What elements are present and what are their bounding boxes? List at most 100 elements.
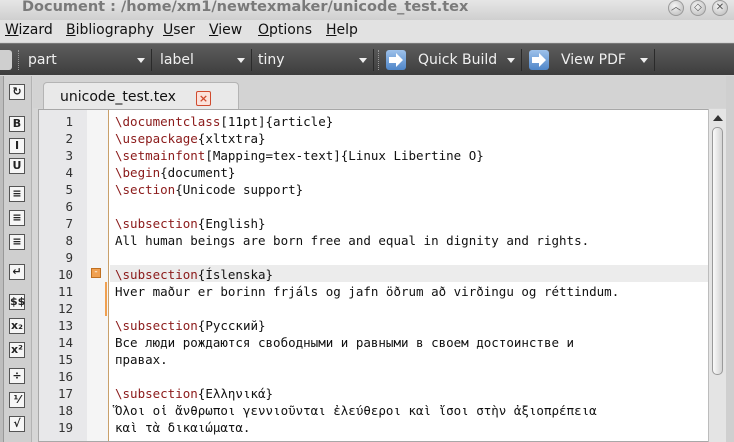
- minimize-button[interactable]: ︿: [668, 0, 684, 16]
- view-pdf-combo[interactable]: View PDF: [557, 49, 655, 71]
- restore-button[interactable]: ◇: [690, 0, 706, 16]
- format-button[interactable]: B: [9, 116, 25, 132]
- line-number: 5: [65, 182, 73, 197]
- format-button[interactable]: $$: [9, 294, 25, 310]
- code-text: [Mapping=tex-text]{Linux Libertine O}: [205, 148, 484, 163]
- line-number: 13: [57, 318, 73, 333]
- menu-item-text: ser: [173, 22, 195, 38]
- format-button[interactable]: x²: [9, 342, 25, 358]
- part-combo-value: part: [28, 52, 57, 68]
- code-line[interactable]: \setmainfont[Mapping=tex-text]{Linux Lib…: [115, 148, 484, 163]
- line-number: 2: [65, 131, 73, 146]
- code-line[interactable]: \usepackage{xltxtra}: [115, 131, 266, 146]
- format-button[interactable]: x₂: [9, 318, 25, 334]
- code-line[interactable]: правах.: [115, 352, 168, 367]
- code-line[interactable]: Все люди рождаются свободными и равными …: [115, 335, 574, 350]
- latex-command: \subsection: [115, 216, 198, 231]
- line-number: 3: [65, 148, 73, 163]
- code-line[interactable]: καὶ τὰ δικαιώματα.: [115, 420, 250, 435]
- format-button[interactable]: ÷: [9, 368, 25, 384]
- format-button[interactable]: ≡: [9, 186, 25, 202]
- format-button[interactable]: ≡: [9, 234, 25, 250]
- line-number: 14: [57, 335, 73, 350]
- menu-item-text: W: [5, 22, 19, 38]
- refresh-icon[interactable]: ↻: [9, 84, 25, 100]
- format-button[interactable]: ⅟: [9, 392, 25, 408]
- menu-item-text: ptions: [269, 22, 313, 38]
- code-line[interactable]: Hver maður er borinn frjáls og jafn öðru…: [115, 284, 619, 299]
- bookmark-icon[interactable]: -: [91, 268, 101, 278]
- format-button[interactable]: I: [9, 138, 25, 154]
- run-arrow-icon[interactable]: [529, 50, 549, 70]
- menu-item[interactable]: View: [209, 22, 242, 38]
- menu-item-text: V: [209, 22, 219, 38]
- code-text: {Unicode support}: [175, 182, 304, 197]
- line-number: 1: [65, 114, 73, 129]
- chevron-down-icon: [507, 58, 515, 63]
- chevron-down-icon: [237, 58, 245, 63]
- code-text: {Русский}: [197, 318, 266, 333]
- menu-item-text: elp: [336, 22, 358, 38]
- format-button[interactable]: ≡: [9, 210, 25, 226]
- scroll-up-icon[interactable]: [713, 115, 723, 121]
- tab-label: unicode_test.tex: [60, 89, 176, 105]
- line-number: 18: [57, 403, 73, 418]
- label-combo[interactable]: label: [156, 49, 252, 71]
- close-window-button[interactable]: ✕: [712, 0, 728, 16]
- menu-item[interactable]: User: [163, 22, 195, 38]
- menu-item[interactable]: Bibliography: [66, 22, 154, 38]
- size-combo[interactable]: tiny: [254, 49, 374, 71]
- chevron-down-icon: [640, 58, 648, 63]
- code-text: Ὅλοι οἱ ἄνθρωποι γεννιοῦνται ἐλεύθεροι κ…: [115, 403, 597, 418]
- latex-command: \documentclass: [115, 114, 221, 129]
- code-editor[interactable]: - 1 \documentclass[11pt]{article} 2 \usepac…: [38, 109, 726, 442]
- code-line[interactable]: Ὅλοι οἱ ἄνθρωποι γεννιοῦνται ἐλεύθεροι κ…: [115, 403, 597, 418]
- menu-item-text: H: [326, 22, 337, 38]
- window-edge: [726, 76, 734, 442]
- menu-item[interactable]: Wizard: [5, 22, 53, 38]
- line-number: 4: [65, 165, 73, 180]
- line-number: 16: [57, 369, 73, 384]
- line-number: 7: [65, 216, 73, 231]
- run-arrow-icon[interactable]: [386, 50, 406, 70]
- code-line[interactable]: \subsection{Íslenska}: [115, 267, 273, 282]
- code-line[interactable]: \documentclass[11pt]{article}: [115, 114, 333, 129]
- tab-strip: unicode_test.tex ×: [33, 76, 734, 110]
- menu-item[interactable]: Help: [326, 22, 358, 38]
- code-line[interactable]: \section{Unicode support}: [115, 182, 303, 197]
- line-number: 17: [57, 386, 73, 401]
- code-line[interactable]: \subsection{Ελληνικά}: [115, 386, 273, 401]
- toolbar-separator: [18, 50, 21, 70]
- part-combo[interactable]: part: [24, 49, 152, 71]
- line-number: 15: [57, 352, 73, 367]
- close-tab-icon[interactable]: ×: [196, 91, 211, 106]
- code-line[interactable]: \begin{document}: [115, 165, 235, 180]
- chevron-down-icon: [359, 58, 367, 63]
- format-button[interactable]: ↵: [9, 264, 25, 280]
- panel-edge: [0, 76, 4, 442]
- code-line[interactable]: \subsection{English}: [115, 216, 266, 231]
- format-button[interactable]: √: [9, 416, 25, 432]
- code-line[interactable]: All human beings are born free and equal…: [115, 233, 589, 248]
- line-number: 8: [65, 233, 73, 248]
- vertical-scrollbar[interactable]: [708, 109, 726, 442]
- latex-command: \subsection: [115, 318, 198, 333]
- code-line[interactable]: \subsection{Русский}: [115, 318, 266, 333]
- menu-item-text: O: [258, 22, 270, 38]
- menu-item[interactable]: Options: [258, 22, 312, 38]
- toolbar-handle[interactable]: [0, 50, 12, 70]
- scroll-thumb[interactable]: [712, 127, 723, 375]
- code-text: Все люди рождаются свободными и равными …: [115, 335, 575, 350]
- quick-build-combo[interactable]: Quick Build: [414, 49, 522, 71]
- menu-item-text: izard: [18, 22, 53, 38]
- title-bar: Document : /home/xm1/newtexmaker/unicode…: [0, 0, 734, 20]
- code-text: καὶ τὰ δικαιώματα.: [115, 420, 251, 435]
- format-button[interactable]: U: [9, 158, 25, 174]
- latex-command: \setmainfont: [115, 148, 206, 163]
- label-combo-value: label: [160, 52, 194, 68]
- tab-unicode-test[interactable]: unicode_test.tex ×: [43, 82, 239, 110]
- code-text: {Ελληνικά}: [197, 386, 274, 401]
- menu-item-text: ibliography: [75, 22, 154, 38]
- latex-command: \subsection: [115, 386, 198, 401]
- code-text: правах.: [115, 352, 168, 367]
